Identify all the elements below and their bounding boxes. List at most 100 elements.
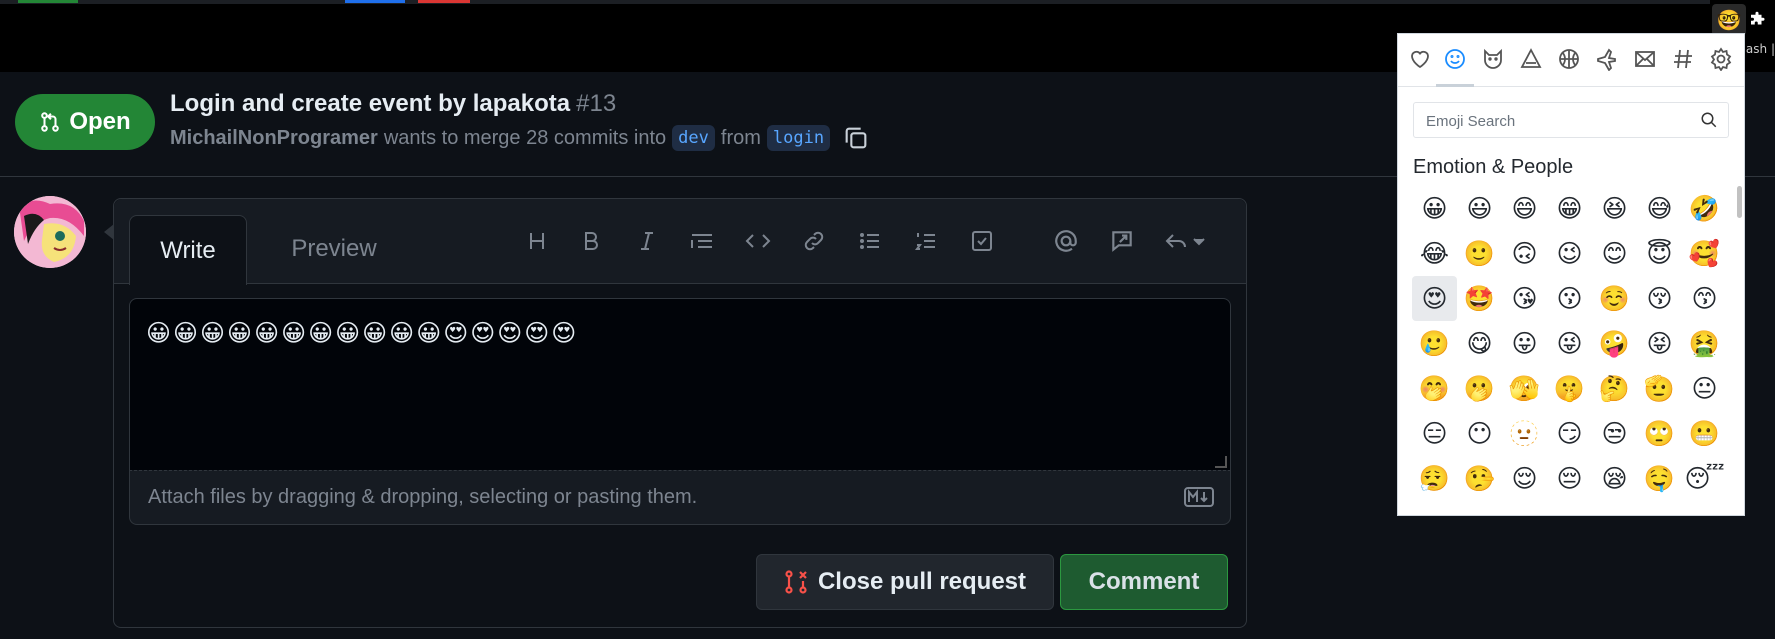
emoji-option[interactable]: 😔 bbox=[1547, 456, 1592, 501]
emoji-search-input[interactable] bbox=[1424, 103, 1688, 139]
emoji-option[interactable]: 😝 bbox=[1637, 321, 1682, 366]
unordered-list-icon[interactable] bbox=[854, 225, 886, 257]
ball-icon[interactable] bbox=[1554, 44, 1584, 74]
emoji-option[interactable]: 😆 bbox=[1592, 186, 1637, 231]
code-icon[interactable] bbox=[742, 225, 774, 257]
bold-icon[interactable] bbox=[575, 225, 607, 257]
ordered-list-icon[interactable] bbox=[910, 225, 942, 257]
emoji-option[interactable]: 😪 bbox=[1592, 456, 1637, 501]
comment-button[interactable]: Comment bbox=[1060, 554, 1228, 610]
emoji-option[interactable]: 😇 bbox=[1637, 231, 1682, 276]
emoji-option[interactable]: 🤩 bbox=[1457, 276, 1502, 321]
emoji-option[interactable]: 😙 bbox=[1682, 276, 1727, 321]
emoji-option[interactable]: 😅 bbox=[1637, 186, 1682, 231]
heart-icon[interactable] bbox=[1405, 44, 1435, 74]
emoji-option[interactable]: 😗 bbox=[1547, 276, 1592, 321]
emoji-categories bbox=[1398, 34, 1744, 87]
attach-files-area[interactable]: Attach files by dragging & dropping, sel… bbox=[129, 470, 1231, 525]
emoji-option[interactable]: ☺️ bbox=[1592, 276, 1637, 321]
pr-meta: MichailNonProgramer wants to merge 28 co… bbox=[170, 124, 870, 152]
emoji-grid: 😀 😃 😄 😁 😆 😅 🤣 😂 🙂 🙃 😉 😊 😇 🥰 😍 🤩 😘 😗 ☺️ 😚 😙 🥲 😋 😛 😜 🤪 😝 🤮 🤭 🫢 🫣 🤫 🤔 🫡 😐 😑 😶 🫥 😏… bbox=[1412, 186, 1727, 501]
tab-preview[interactable]: Preview bbox=[264, 215, 404, 283]
tab-indicator bbox=[18, 0, 78, 3]
emoji-option[interactable]: 😶 bbox=[1457, 411, 1502, 456]
reference-icon[interactable] bbox=[1106, 225, 1138, 257]
emoji-option[interactable]: 🥰 bbox=[1682, 231, 1727, 276]
emoji-option[interactable]: 🤤 bbox=[1637, 456, 1682, 501]
emoji-option[interactable]: 😛 bbox=[1502, 321, 1547, 366]
mention-icon[interactable] bbox=[1050, 225, 1082, 257]
emoji-option[interactable]: 😬 bbox=[1682, 411, 1727, 456]
pr-title-text: Login and create event by lapakota bbox=[170, 90, 571, 117]
emoji-option[interactable]: 😂 bbox=[1412, 231, 1457, 276]
emoji-option[interactable]: 😑 bbox=[1412, 411, 1457, 456]
emoji-scrollbar[interactable] bbox=[1737, 186, 1742, 218]
food-icon[interactable] bbox=[1516, 44, 1546, 74]
link-icon[interactable] bbox=[798, 225, 830, 257]
emoji-option[interactable]: 😄 bbox=[1502, 186, 1547, 231]
from-text: from bbox=[720, 126, 761, 149]
emoji-option[interactable]: 😀 bbox=[1412, 186, 1457, 231]
smiley-icon[interactable] bbox=[1440, 44, 1470, 74]
avatar[interactable] bbox=[14, 196, 86, 268]
emoji-option[interactable]: 🙂 bbox=[1457, 231, 1502, 276]
close-pr-button[interactable]: Close pull request bbox=[756, 554, 1054, 610]
base-branch[interactable]: dev bbox=[672, 125, 715, 151]
active-category-indicator bbox=[1436, 84, 1474, 87]
resize-handle[interactable] bbox=[1215, 456, 1227, 468]
hash-icon[interactable] bbox=[1668, 44, 1698, 74]
envelope-icon[interactable] bbox=[1630, 44, 1660, 74]
merge-text: wants to merge 28 commits into bbox=[383, 126, 667, 149]
settings-icon[interactable] bbox=[1706, 44, 1736, 74]
emoji-option[interactable]: 🤮 bbox=[1682, 321, 1727, 366]
emoji-option[interactable]: 😃 bbox=[1457, 186, 1502, 231]
heading-icon[interactable] bbox=[521, 225, 553, 257]
emoji-search-field[interactable] bbox=[1413, 102, 1729, 139]
emoji-option[interactable]: 😜 bbox=[1547, 321, 1592, 366]
italic-icon[interactable] bbox=[631, 225, 663, 257]
plane-icon[interactable] bbox=[1592, 44, 1622, 74]
emoji-option[interactable]: 🥲 bbox=[1412, 321, 1457, 366]
copy-icon[interactable] bbox=[842, 124, 870, 152]
emoji-option[interactable]: 🫢 bbox=[1457, 366, 1502, 411]
emoji-option[interactable]: 🤭 bbox=[1412, 366, 1457, 411]
emoji-option[interactable]: 😮‍💨 bbox=[1412, 456, 1457, 501]
emoji-option[interactable]: 🤪 bbox=[1592, 321, 1637, 366]
emoji-option[interactable]: 🙄 bbox=[1637, 411, 1682, 456]
pr-author-link[interactable]: MichailNonProgramer bbox=[170, 127, 378, 150]
emoji-option[interactable]: 🫣 bbox=[1502, 366, 1547, 411]
emoji-option[interactable]: 😒 bbox=[1592, 411, 1637, 456]
emoji-option[interactable]: 😋 bbox=[1457, 321, 1502, 366]
puzzle-icon[interactable] bbox=[1740, 4, 1774, 36]
browser-strip bbox=[0, 0, 1710, 4]
emoji-option[interactable]: 😍 bbox=[1412, 276, 1457, 321]
emoji-option[interactable]: 🫥 bbox=[1502, 411, 1547, 456]
emoji-option[interactable]: 🙃 bbox=[1502, 231, 1547, 276]
emoji-option[interactable]: 🤥 bbox=[1457, 456, 1502, 501]
emoji-option[interactable]: 😴 bbox=[1682, 456, 1727, 501]
quote-icon[interactable] bbox=[686, 225, 718, 257]
emoji-option[interactable]: 😘 bbox=[1502, 276, 1547, 321]
pr-title: Login and create event by lapakota #13 bbox=[170, 90, 616, 118]
search-icon bbox=[1701, 112, 1717, 128]
emoji-option[interactable]: 😌 bbox=[1502, 456, 1547, 501]
emoji-option[interactable]: 🤣 bbox=[1682, 186, 1727, 231]
emoji-option[interactable]: 😐 bbox=[1682, 366, 1727, 411]
emoji-picker: Emotion & People 😀😃😄😁😆😅🤣 😂🙂🙃😉😊😇🥰 😍🤩😘😗☺️😚😙 🥲… bbox=[1397, 33, 1745, 516]
reply-icon[interactable] bbox=[1162, 225, 1210, 257]
emoji-option[interactable]: 🫡 bbox=[1637, 366, 1682, 411]
animal-icon[interactable] bbox=[1478, 44, 1508, 74]
emoji-option[interactable]: 😉 bbox=[1547, 231, 1592, 276]
emoji-option[interactable]: 😊 bbox=[1592, 231, 1637, 276]
emoji-option[interactable]: 🤔 bbox=[1592, 366, 1637, 411]
emoji-option[interactable]: 😚 bbox=[1637, 276, 1682, 321]
comment-textarea[interactable]: 😀😀😀😀😀😀😀😀😀😀😀😍😍😍😍😍 bbox=[129, 298, 1231, 472]
task-list-icon[interactable] bbox=[966, 225, 998, 257]
head-branch[interactable]: login bbox=[766, 125, 831, 151]
tab-write[interactable]: Write bbox=[129, 215, 247, 285]
emoji-option[interactable]: 😏 bbox=[1547, 411, 1592, 456]
close-pr-label: Close pull request bbox=[817, 568, 1027, 595]
emoji-option[interactable]: 😁 bbox=[1547, 186, 1592, 231]
pr-state-badge: Open bbox=[15, 94, 155, 150]
emoji-option[interactable]: 🤫 bbox=[1547, 366, 1592, 411]
